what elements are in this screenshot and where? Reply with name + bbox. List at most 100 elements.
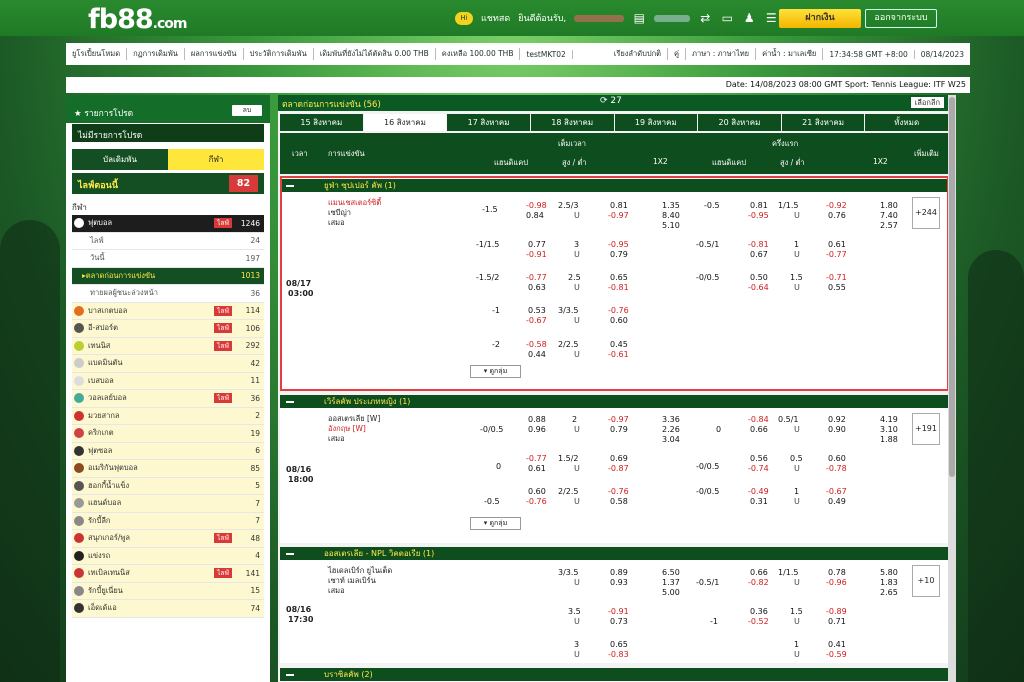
odds-cell[interactable]: U (794, 425, 800, 434)
logout-button[interactable]: ออกจากระบบ (865, 9, 937, 28)
chat-link[interactable]: แชทสด (481, 11, 510, 25)
odds-cell[interactable]: U (574, 497, 580, 506)
odds-cell[interactable]: 0.93 (610, 578, 628, 587)
odds-cell[interactable]: 5.00 (662, 588, 680, 597)
odds-cell[interactable]: 0.84 (526, 211, 544, 220)
odds-cell[interactable]: 8.40 (662, 211, 680, 220)
odds-cell[interactable]: 0.81 (610, 201, 628, 210)
odds-cell[interactable]: -0.77 (526, 273, 547, 282)
sidebar-item[interactable]: รักบี้ยูเนี่ยน 15 (72, 582, 264, 600)
odds-cell[interactable]: U (574, 650, 580, 659)
odds-cell[interactable]: U (574, 425, 580, 434)
tab-date[interactable]: 18 สิงหาคม (530, 114, 614, 131)
odds-cell[interactable]: 0.61 (828, 240, 846, 249)
nav-results[interactable]: ผลการแข่งขัน (185, 48, 244, 60)
language-select[interactable]: ภาษา : ภาษาไทย (686, 48, 757, 60)
odds-cell[interactable]: 2.5 (568, 273, 581, 282)
clear-favorites-button[interactable]: ลบ (232, 105, 262, 116)
odds-cell[interactable]: 3.04 (662, 435, 680, 444)
odds-cell[interactable]: 0.36 (750, 607, 768, 616)
odds-cell[interactable]: 0 (716, 425, 721, 434)
odds-cell[interactable]: 1.35 (662, 201, 680, 210)
sidebar-item[interactable]: เทนนิส ไลฟ์ 292 (72, 337, 264, 355)
odds-cell[interactable]: 0.79 (610, 425, 628, 434)
sidebar-item[interactable]: เอ็ดเด้แอ 74 (72, 600, 264, 618)
view-group-button[interactable]: ▾ ดูกลุ่ม (470, 365, 521, 378)
deposit-button[interactable]: ฝากเงิน (779, 9, 861, 28)
odds-cell[interactable]: 0.73 (610, 617, 628, 626)
tab-date[interactable]: ทั้งหมด (865, 114, 948, 131)
odds-cell[interactable]: -0.59 (826, 650, 847, 659)
live-now[interactable]: ไลฟ์ตอนนี้ 82 (72, 173, 264, 194)
odds-cell[interactable]: U (574, 250, 580, 259)
odds-cell[interactable]: -2 (492, 340, 500, 349)
odds-cell[interactable]: 3.10 (880, 425, 898, 434)
odds-cell[interactable]: 0.55 (828, 283, 846, 292)
sidebar-item[interactable]: ไลฟ์ 24 (72, 232, 264, 250)
odds-cell[interactable]: 0.79 (610, 250, 628, 259)
odds-cell[interactable]: U (574, 211, 580, 220)
odds-cell[interactable]: U (794, 578, 800, 587)
logo[interactable]: fb88.com (88, 4, 187, 35)
odds-cell[interactable]: -0.83 (608, 650, 629, 659)
odds-cell[interactable]: 0.76 (828, 211, 846, 220)
league-header[interactable]: ออสเตรเลีย - NPL วิคตอเรีย (1) (280, 547, 948, 560)
tab-sports[interactable]: กีฬา (168, 149, 264, 170)
transfer-icon[interactable]: ⇄ (698, 11, 712, 25)
odds-cell[interactable]: 2.65 (880, 588, 898, 597)
sidebar-item[interactable]: ทายผลผู้ชนะล่วงหน้า 36 (72, 285, 264, 303)
odds-cell[interactable]: 1.80 (880, 201, 898, 210)
sidebar-item[interactable]: รักบี้ลีก 7 (72, 512, 264, 530)
odds-cell[interactable]: -0.67 (526, 316, 547, 325)
odds-cell[interactable]: 0.60 (528, 487, 546, 496)
odds-cell[interactable]: -0.81 (748, 240, 769, 249)
sidebar-item[interactable]: เบสบอล 11 (72, 372, 264, 390)
sidebar-item[interactable]: แบดมินตัน 42 (72, 355, 264, 373)
odds-cell[interactable]: 1/1.5 (778, 568, 799, 577)
odds-cell[interactable]: U (794, 464, 800, 473)
odds-cell[interactable]: U (574, 617, 580, 626)
odds-cell[interactable]: 2/2.5 (558, 340, 579, 349)
odds-cell[interactable]: 0.67 (750, 250, 768, 259)
odds-cell[interactable]: 3.36 (662, 415, 680, 424)
odds-cell[interactable]: 0.90 (828, 425, 846, 434)
sidebar-item[interactable]: แข่งรถ 4 (72, 547, 264, 565)
odds-cell[interactable]: -0.82 (748, 578, 769, 587)
odds-cell[interactable]: 1.88 (880, 435, 898, 444)
odds-cell[interactable]: 3.5 (568, 607, 581, 616)
odds-cell[interactable]: -0.61 (608, 350, 629, 359)
checklist-icon[interactable]: ☰ (764, 11, 778, 25)
odds-cell[interactable]: 1 (794, 487, 799, 496)
more-markets-button[interactable]: +191 (912, 413, 940, 445)
odds-cell[interactable]: 0.5/1 (778, 415, 799, 424)
odds-cell[interactable]: 0.49 (828, 497, 846, 506)
odds-cell[interactable]: U (794, 283, 800, 292)
odds-cell[interactable]: 0.77 (528, 240, 546, 249)
odds-cell[interactable]: 0.60 (828, 454, 846, 463)
odds-cell[interactable]: -0.5/1 (696, 578, 719, 587)
odds-cell[interactable]: -0.5/1 (696, 240, 719, 249)
tab-date[interactable]: 21 สิงหาคม (781, 114, 865, 131)
odds-cell[interactable]: 3/3.5 (558, 306, 579, 315)
odds-cell[interactable]: 0.88 (528, 415, 546, 424)
odds-cell[interactable]: 0.96 (528, 425, 546, 434)
odds-cell[interactable]: -0.5 (484, 497, 500, 506)
league-header[interactable]: บราซิลคัพ (2) (280, 668, 948, 681)
odds-cell[interactable]: -0.98 (526, 201, 547, 210)
odds-cell[interactable]: -0.87 (608, 464, 629, 473)
odds-cell[interactable]: -0/0.5 (696, 462, 719, 471)
league-header[interactable]: ยูฟ่า ซุปเปอร์ คัพ (1) (280, 179, 948, 192)
nav-rules[interactable]: กฏการเดิมพัน (127, 48, 185, 60)
odds-cell[interactable]: 2.26 (662, 425, 680, 434)
nav-history[interactable]: ประวัติการเดิมพัน (244, 48, 314, 60)
odds-cell[interactable]: -0.52 (748, 617, 769, 626)
odds-cell[interactable]: 0.66 (750, 425, 768, 434)
odds-cell[interactable]: 0.53 (528, 306, 546, 315)
odds-select[interactable]: ค่าน้ำ : มาเลเซีย (756, 48, 824, 60)
sidebar-item[interactable]: สนุกเกอร์/พูล ไลฟ์ 48 (72, 530, 264, 548)
odds-cell[interactable]: 1.83 (880, 578, 898, 587)
odds-cell[interactable]: 0.60 (610, 316, 628, 325)
odds-cell[interactable]: 0.31 (750, 497, 768, 506)
odds-cell[interactable]: 0.44 (528, 350, 546, 359)
odds-cell[interactable]: 1.37 (662, 578, 680, 587)
